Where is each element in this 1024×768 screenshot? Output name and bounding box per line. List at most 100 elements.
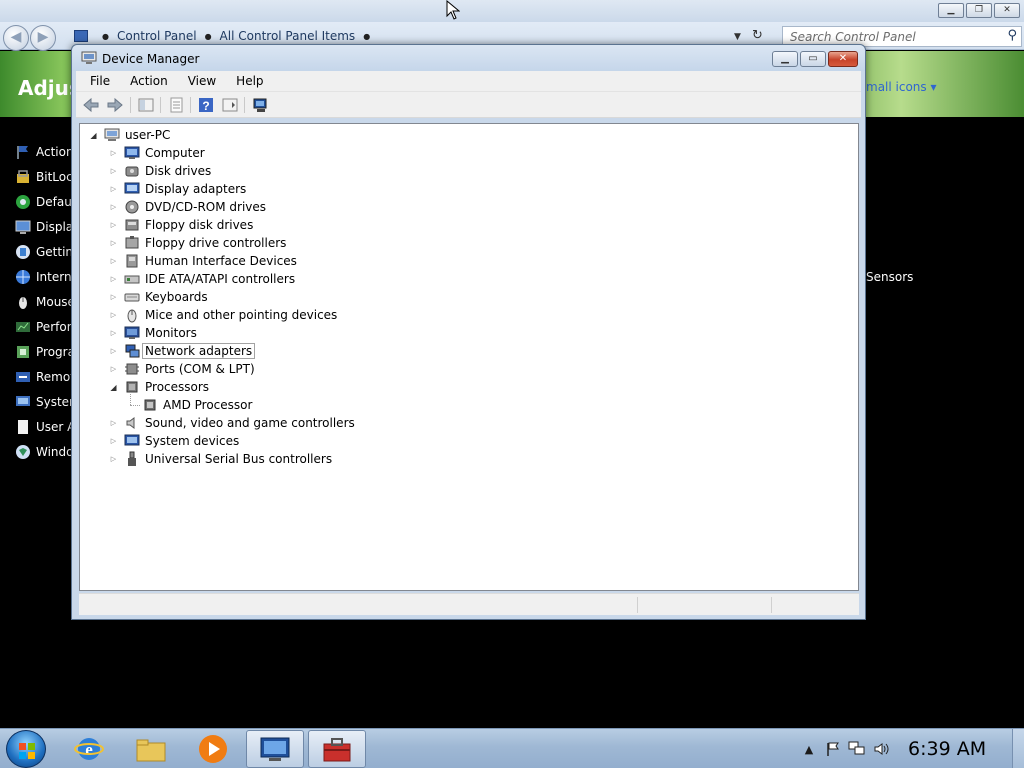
console-tree-icon: [138, 98, 154, 112]
show-desktop-button[interactable]: [1012, 729, 1024, 768]
cp-item-default-programs[interactable]: Defaul: [15, 192, 75, 212]
cp-item-internet-options[interactable]: Interne: [15, 267, 79, 287]
expand-arrow-icon[interactable]: ▷: [109, 167, 118, 175]
forward-button[interactable]: ▶: [30, 25, 56, 51]
expand-arrow-icon[interactable]: ▷: [109, 329, 118, 337]
taskbar-device-manager[interactable]: [308, 730, 366, 768]
tree-root-user-pc[interactable]: ◢ user-PC: [89, 126, 170, 144]
tree-item-label: Display adapters: [145, 182, 247, 196]
search-placeholder: Search Control Panel: [790, 30, 916, 44]
tree-item-universal-serial-bus-controllers[interactable]: ▷ Universal Serial Bus controllers: [109, 450, 332, 468]
menu-view[interactable]: View: [181, 74, 223, 88]
forward-button[interactable]: [106, 96, 124, 114]
taskbar-internet-explorer[interactable]: e: [60, 730, 118, 768]
floppy-disk-drives-icon: [124, 217, 140, 233]
refresh-icon[interactable]: ↻: [752, 28, 763, 43]
expand-arrow-icon[interactable]: ▷: [109, 311, 118, 319]
expand-arrow-icon[interactable]: ▷: [109, 419, 118, 427]
breadcrumb-control-panel[interactable]: Control Panel: [117, 29, 197, 43]
view-by-dropdown[interactable]: mall icons ▾: [866, 80, 937, 94]
cp-item-performance[interactable]: Perfor: [15, 317, 72, 337]
tree-item-ide-ata-atapi-controllers[interactable]: ▷ IDE ATA/ATAPI controllers: [109, 270, 295, 288]
expand-arrow-icon[interactable]: ▷: [109, 365, 118, 373]
tree-item-mice-and-other-pointing-devices[interactable]: ▷ Mice and other pointing devices: [109, 306, 337, 324]
tree-item-dvd-cd-rom-drives[interactable]: ▷ DVD/CD-ROM drives: [109, 198, 266, 216]
back-button[interactable]: ◀: [3, 25, 29, 51]
collapse-arrow-icon[interactable]: ◢: [109, 383, 118, 392]
breadcrumb-all-items[interactable]: All Control Panel Items: [220, 29, 356, 43]
cp-item-label: User A: [36, 420, 76, 434]
media-player-icon: [199, 735, 227, 763]
cp-item-user-accounts[interactable]: User A: [15, 417, 75, 437]
tree-item-computer[interactable]: ▷ Computer: [109, 144, 205, 162]
tree-item-network-adapters[interactable]: ▷ Network adapters: [109, 342, 256, 360]
scan-hardware-changes-button[interactable]: [252, 96, 270, 114]
menu-file[interactable]: File: [83, 74, 117, 88]
expand-arrow-icon[interactable]: ▷: [109, 239, 118, 247]
cp-item-label: Windo: [36, 445, 74, 459]
show-hidden-icons-icon[interactable]: ▲: [800, 741, 818, 757]
taskbar-control-panel[interactable]: [246, 730, 304, 768]
menu-help[interactable]: Help: [229, 74, 270, 88]
tree-item-disk-drives[interactable]: ▷ Disk drives: [109, 162, 211, 180]
cp-item-programs[interactable]: Progra: [15, 342, 75, 362]
cp-item-action-center[interactable]: Action: [15, 142, 74, 162]
cp-item-windows[interactable]: Windo: [15, 442, 74, 462]
expand-arrow-icon[interactable]: ▷: [109, 185, 118, 193]
system-icon: [15, 394, 31, 410]
menu-action[interactable]: Action: [123, 74, 175, 88]
tree-item-human-interface-devices[interactable]: ▷ Human Interface Devices: [109, 252, 297, 270]
properties-button[interactable]: [167, 96, 185, 114]
tree-item-ports-com-lpt[interactable]: ▷ Ports (COM & LPT): [109, 360, 255, 378]
expand-arrow-icon[interactable]: ▷: [109, 455, 118, 463]
cp-close-button[interactable]: ✕: [994, 3, 1020, 18]
address-dropdown-icon[interactable]: ▼: [734, 32, 741, 42]
device-manager-titlebar[interactable]: Device Manager ▁ ▭ ✕: [72, 45, 865, 71]
breadcrumb-separator[interactable]: ●: [205, 32, 212, 41]
expand-arrow-icon[interactable]: ▷: [109, 275, 118, 283]
tree-item-keyboards[interactable]: ▷ Keyboards: [109, 288, 208, 306]
expand-arrow-icon[interactable]: ▷: [109, 293, 118, 301]
clock[interactable]: 6:39 AM: [908, 738, 986, 760]
start-button[interactable]: [6, 730, 46, 768]
expand-arrow-icon[interactable]: ▷: [109, 257, 118, 265]
tree-item-system-devices[interactable]: ▷ System devices: [109, 432, 239, 450]
collapse-arrow-icon[interactable]: ◢: [89, 131, 98, 140]
cp-item-bitlocker[interactable]: BitLoc: [15, 167, 73, 187]
volume-icon[interactable]: [872, 741, 890, 757]
breadcrumb-separator[interactable]: ●: [102, 32, 109, 41]
network-icon[interactable]: [848, 741, 866, 757]
close-button[interactable]: ✕: [828, 51, 858, 67]
device-tree[interactable]: ◢ user-PC ▷ Computer ▷ Disk drives ▷ Display ad…: [79, 123, 859, 591]
maximize-button[interactable]: ▭: [800, 51, 826, 67]
tree-item-monitors[interactable]: ▷ Monitors: [109, 324, 197, 342]
tree-item-floppy-drive-controllers[interactable]: ▷ Floppy drive controllers: [109, 234, 286, 252]
expand-arrow-icon[interactable]: ▷: [109, 437, 118, 445]
taskbar-windows-explorer[interactable]: [122, 730, 180, 768]
tree-item-floppy-disk-drives[interactable]: ▷ Floppy disk drives: [109, 216, 254, 234]
tree-item-display-adapters[interactable]: ▷ Display adapters: [109, 180, 246, 198]
breadcrumb[interactable]: ● Control Panel ● All Control Panel Item…: [74, 28, 378, 44]
show-hide-console-tree-button[interactable]: [137, 96, 155, 114]
tree-item-amd-processor[interactable]: AMD Processor: [142, 396, 252, 414]
taskbar-media-player[interactable]: [184, 730, 242, 768]
expand-arrow-icon[interactable]: ▷: [109, 149, 118, 157]
breadcrumb-separator[interactable]: ●: [363, 32, 370, 41]
expand-arrow-icon[interactable]: ▷: [109, 203, 118, 211]
cp-item-location-sensors[interactable]: Sensors: [866, 270, 913, 284]
cp-item-remote[interactable]: Remot: [15, 367, 75, 387]
tree-item-label: Keyboards: [145, 290, 208, 304]
cp-item-mouse[interactable]: Mouse: [15, 292, 75, 312]
minimize-button[interactable]: ▁: [772, 51, 798, 67]
show-hide-action-pane-button[interactable]: [221, 96, 239, 114]
cp-minimize-button[interactable]: ▁: [938, 3, 964, 18]
expand-arrow-icon[interactable]: ▷: [109, 221, 118, 229]
back-button[interactable]: [82, 96, 100, 114]
help-button[interactable]: ?: [197, 96, 215, 114]
expand-arrow-icon[interactable]: ▷: [109, 347, 118, 355]
tree-item-processors[interactable]: ◢ Processors: [109, 378, 209, 396]
cp-restore-button[interactable]: ❐: [966, 3, 992, 18]
search-icon[interactable]: ⚲: [1007, 28, 1017, 43]
tree-item-sound-video-and-game-controllers[interactable]: ▷ Sound, video and game controllers: [109, 414, 355, 432]
action-center-flag-icon[interactable]: [824, 741, 842, 757]
